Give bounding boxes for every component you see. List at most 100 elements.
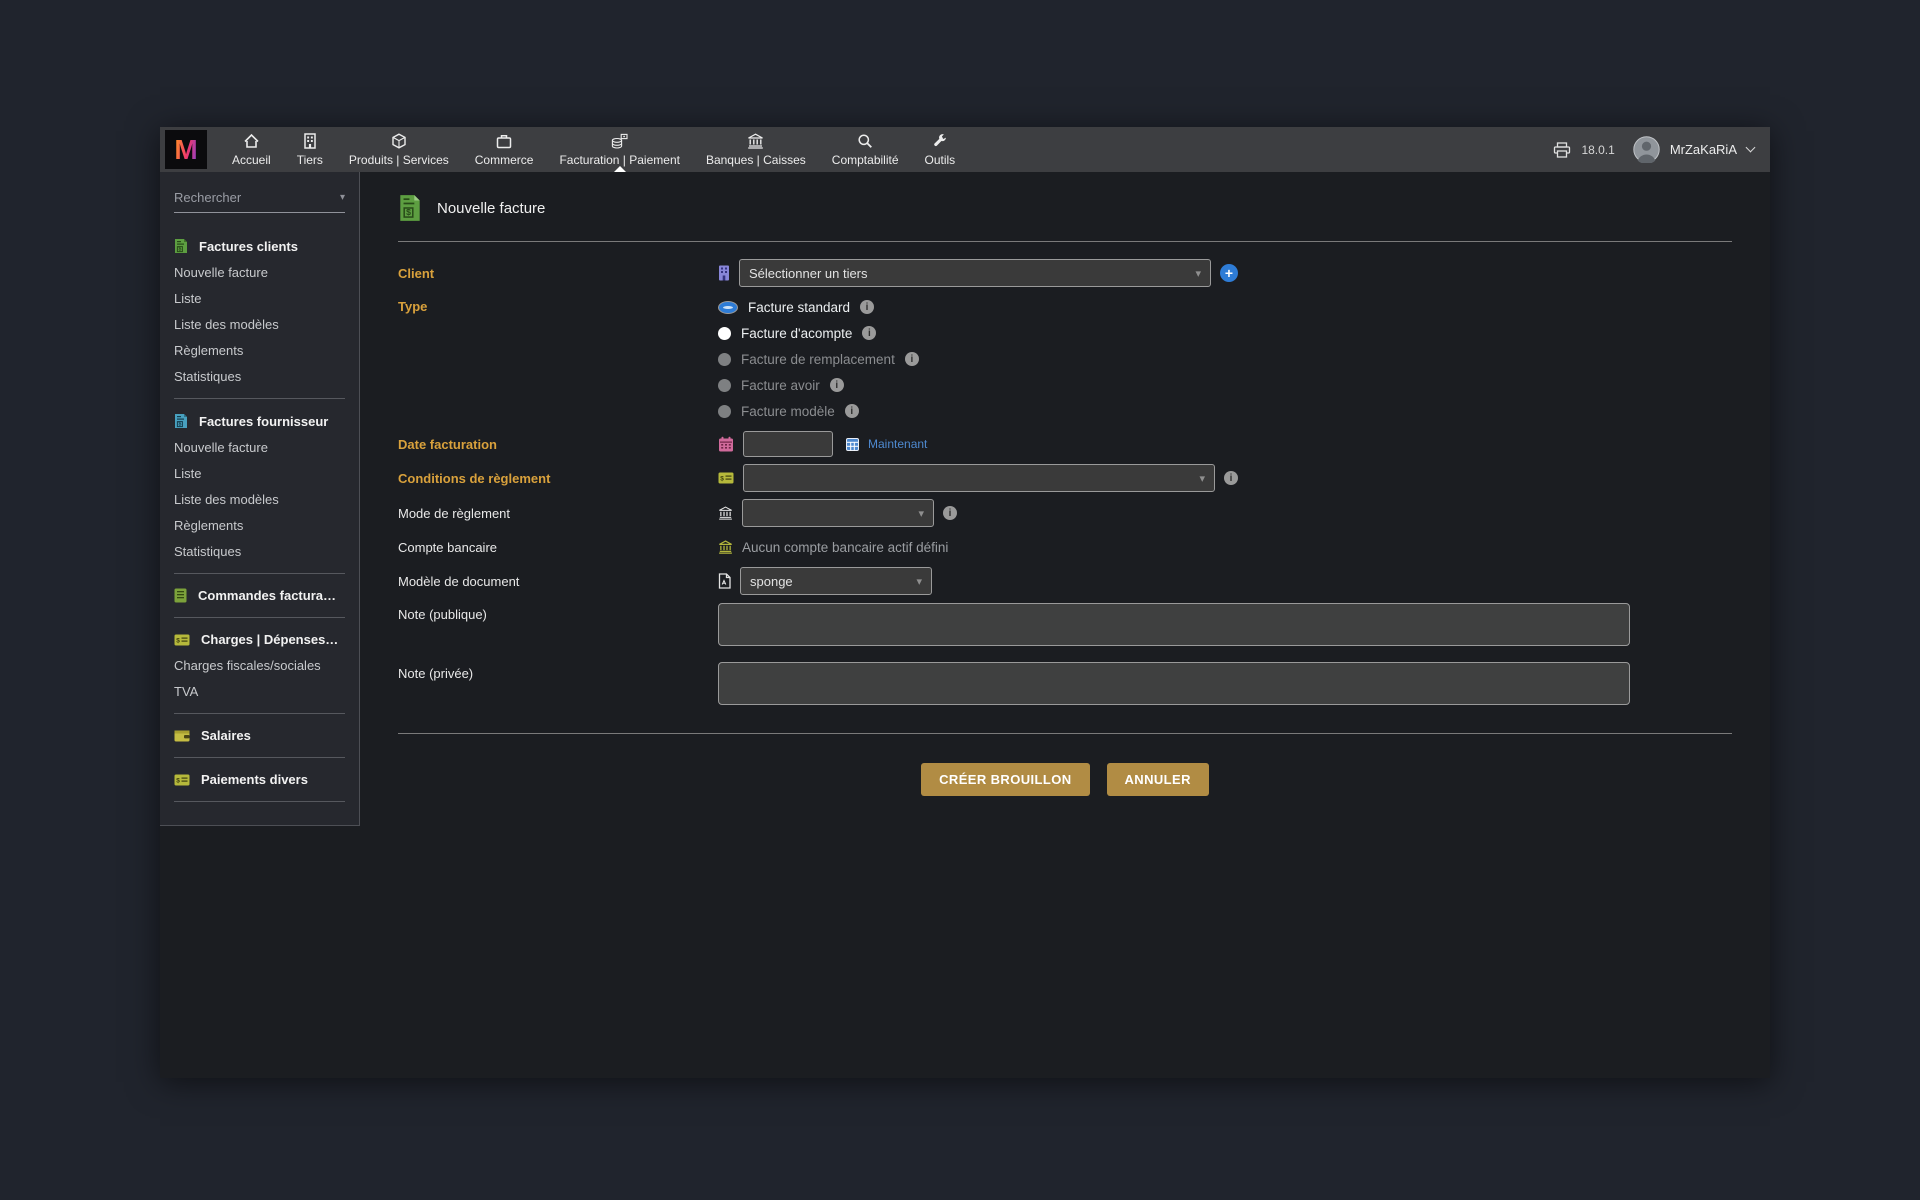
radio-facture-remplacement [718, 353, 731, 366]
wallet-icon [174, 729, 190, 742]
type-row: Type Facture standard i Facture d'acompt… [398, 294, 1732, 424]
chevron-down-icon: ▾ [1199, 472, 1205, 485]
invoice-type-option: Facture standard i [718, 294, 919, 320]
avatar[interactable] [1633, 136, 1660, 163]
section-title: Factures fournisseur [199, 414, 328, 429]
document-icon [718, 573, 731, 589]
printer-icon[interactable] [1553, 142, 1571, 158]
nav-item-outils[interactable]: Outils [912, 127, 969, 172]
bank-account-value: Aucun compte bancaire actif défini [742, 540, 948, 555]
svg-text:$: $ [176, 637, 180, 644]
create-draft-button[interactable]: CRÉER BROUILLON [921, 763, 1089, 796]
chevron-down-icon[interactable] [1746, 143, 1756, 153]
magnifier-icon [857, 133, 873, 149]
svg-text:$: $ [178, 422, 181, 428]
sidebar-item-liste[interactable]: Liste [160, 285, 359, 311]
username[interactable]: MrZaKaRiA [1670, 142, 1737, 157]
info-icon[interactable]: i [845, 404, 859, 418]
info-icon[interactable]: i [943, 506, 957, 520]
sidebar-item-charges-fiscales-sociales[interactable]: Charges fiscales/sociales [160, 652, 359, 678]
logo-m-glyph: M [174, 136, 197, 164]
client-select[interactable]: Sélectionner un tiers ▾ [739, 259, 1211, 287]
nav-item-facturation-paiement[interactable]: Facturation | Paiement [546, 127, 693, 172]
svg-text:$: $ [178, 247, 181, 253]
nav-item-tiers[interactable]: Tiers [284, 127, 336, 172]
chevron-down-icon: ▾ [916, 575, 922, 588]
info-icon[interactable]: i [830, 378, 844, 392]
info-icon[interactable]: i [862, 326, 876, 340]
sidebar-item-nouvelle-facture[interactable]: Nouvelle facture [160, 259, 359, 285]
sidebar-item-nouvelle-facture-fournisseur[interactable]: Nouvelle facture [160, 434, 359, 460]
sidebar-search-combobox[interactable]: Rechercher ▾ [174, 190, 345, 213]
dolibarr-logo[interactable]: M [165, 130, 207, 169]
section-title: Commandes factura… [198, 588, 336, 603]
invoice-type-option: Facture d'acompte i [718, 320, 919, 346]
radio-facture-acompte[interactable] [718, 327, 731, 340]
payment-mode-row: Mode de règlement ▾ i [398, 499, 1732, 527]
info-icon[interactable]: i [905, 352, 919, 366]
svg-text:$: $ [720, 476, 724, 483]
now-link[interactable]: Maintenant [868, 437, 927, 451]
type-label: Type [398, 294, 718, 314]
nav-label: Banques | Caisses [706, 153, 806, 167]
payment-mode-select[interactable]: ▾ [742, 499, 934, 527]
payment-terms-icon: $ [718, 472, 734, 484]
calendar-now-icon[interactable] [846, 438, 859, 451]
chevron-down-icon: ▾ [1195, 267, 1201, 280]
doc-model-value: sponge [750, 574, 793, 589]
sidebar-item-reglements-fournisseur[interactable]: Règlements [160, 512, 359, 538]
invoice-date-input[interactable] [743, 431, 833, 457]
sidebar-section-commandes[interactable]: Commandes factura… [160, 583, 359, 608]
search-placeholder: Rechercher [174, 190, 241, 205]
nav-label: Tiers [297, 153, 323, 167]
sidebar-section-paiements-divers[interactable]: $ Paiements divers [160, 767, 359, 792]
info-icon[interactable]: i [1224, 471, 1238, 485]
sidebar-section-salaires[interactable]: Salaires [160, 723, 359, 748]
sidebar-item-statistiques-fournisseur[interactable]: Statistiques [160, 538, 359, 564]
sidebar-item-reglements[interactable]: Règlements [160, 337, 359, 363]
nav-item-commerce[interactable]: Commerce [462, 127, 547, 172]
payment-terms-select[interactable]: ▾ [743, 464, 1215, 492]
wrench-icon [932, 133, 948, 149]
nav-item-comptabilite[interactable]: Comptabilité [819, 127, 912, 172]
top-navigation-bar: M Accueil Tiers Produits | Services Comm… [160, 127, 1770, 172]
sidebar-section-charges-depenses[interactable]: $ Charges | Dépenses… [160, 627, 359, 652]
bank-account-row: Compte bancaire Aucun compte bancaire ac… [398, 534, 1732, 560]
nav-item-produits-services[interactable]: Produits | Services [336, 127, 462, 172]
svg-text:$: $ [406, 207, 411, 217]
divider [174, 757, 345, 758]
sidebar-item-liste-des-modeles-fournisseur[interactable]: Liste des modèles [160, 486, 359, 512]
divider [174, 801, 345, 802]
section-title: Salaires [201, 728, 251, 743]
sidebar-item-liste-fournisseur[interactable]: Liste [160, 460, 359, 486]
divider [398, 733, 1732, 734]
cube-icon [391, 133, 407, 149]
radio-facture-avoir [718, 379, 731, 392]
bank-icon [747, 133, 764, 149]
info-icon[interactable]: i [860, 300, 874, 314]
sidebar-section-factures-clients[interactable]: $ Factures clients [160, 233, 359, 259]
client-select-value: Sélectionner un tiers [749, 266, 868, 281]
bank-olive-icon [718, 540, 733, 554]
cancel-button[interactable]: ANNULER [1107, 763, 1209, 796]
topbar-right-tools: 18.0.1 MrZaKaRiA [1553, 136, 1770, 163]
sidebar-item-statistiques[interactable]: Statistiques [160, 363, 359, 389]
note-public-textarea[interactable] [718, 603, 1630, 646]
nav-item-banques-caisses[interactable]: Banques | Caisses [693, 127, 819, 172]
note-public-row: Note (publique) [398, 603, 1732, 646]
sidebar: Rechercher ▾ $ Factures clients Nouvelle… [160, 172, 360, 826]
date-label: Date facturation [398, 436, 718, 452]
section-title: Charges | Dépenses… [201, 632, 338, 647]
radio-facture-standard[interactable] [718, 301, 738, 314]
new-invoice-form: Client Sélectionner un tiers ▾ + Type [398, 259, 1732, 796]
note-private-textarea[interactable] [718, 662, 1630, 705]
nav-item-accueil[interactable]: Accueil [219, 127, 284, 172]
invoice-type-option: Facture avoir i [718, 372, 919, 398]
chevron-down-icon: ▾ [918, 507, 924, 520]
note-public-label: Note (publique) [398, 603, 718, 622]
sidebar-item-liste-des-modeles[interactable]: Liste des modèles [160, 311, 359, 337]
sidebar-section-factures-fournisseur[interactable]: $ Factures fournisseur [160, 408, 359, 434]
sidebar-item-tva[interactable]: TVA [160, 678, 359, 704]
add-thirdparty-button[interactable]: + [1220, 264, 1238, 282]
doc-model-select[interactable]: sponge ▾ [740, 567, 932, 595]
